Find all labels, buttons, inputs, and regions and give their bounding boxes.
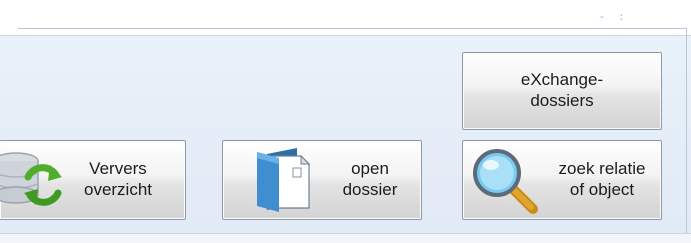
refresh-overview-button[interactable]: Ververs overzicht: [0, 140, 186, 220]
folder-icon: [257, 148, 311, 212]
top-divider: [18, 28, 686, 29]
magnifier-icon: [473, 149, 538, 214]
window-top-strip: - :: [0, 0, 691, 28]
exchange-dossiers-button[interactable]: eXchange- dossiers: [462, 52, 662, 130]
panel-right-edge: [686, 28, 687, 233]
open-dossier-button[interactable]: open dossier: [222, 140, 422, 220]
open-dossier-label: open dossier: [342, 159, 398, 199]
search-relation-button[interactable]: zoek relatie of object: [462, 140, 662, 220]
refresh-overview-label: Ververs overzicht: [83, 159, 153, 199]
exchange-dossiers-label: eXchange- dossiers: [520, 70, 604, 110]
search-relation-label: zoek relatie of object: [558, 159, 646, 199]
refresh-icon: [0, 152, 62, 206]
window-controls[interactable]: - :: [600, 10, 680, 26]
